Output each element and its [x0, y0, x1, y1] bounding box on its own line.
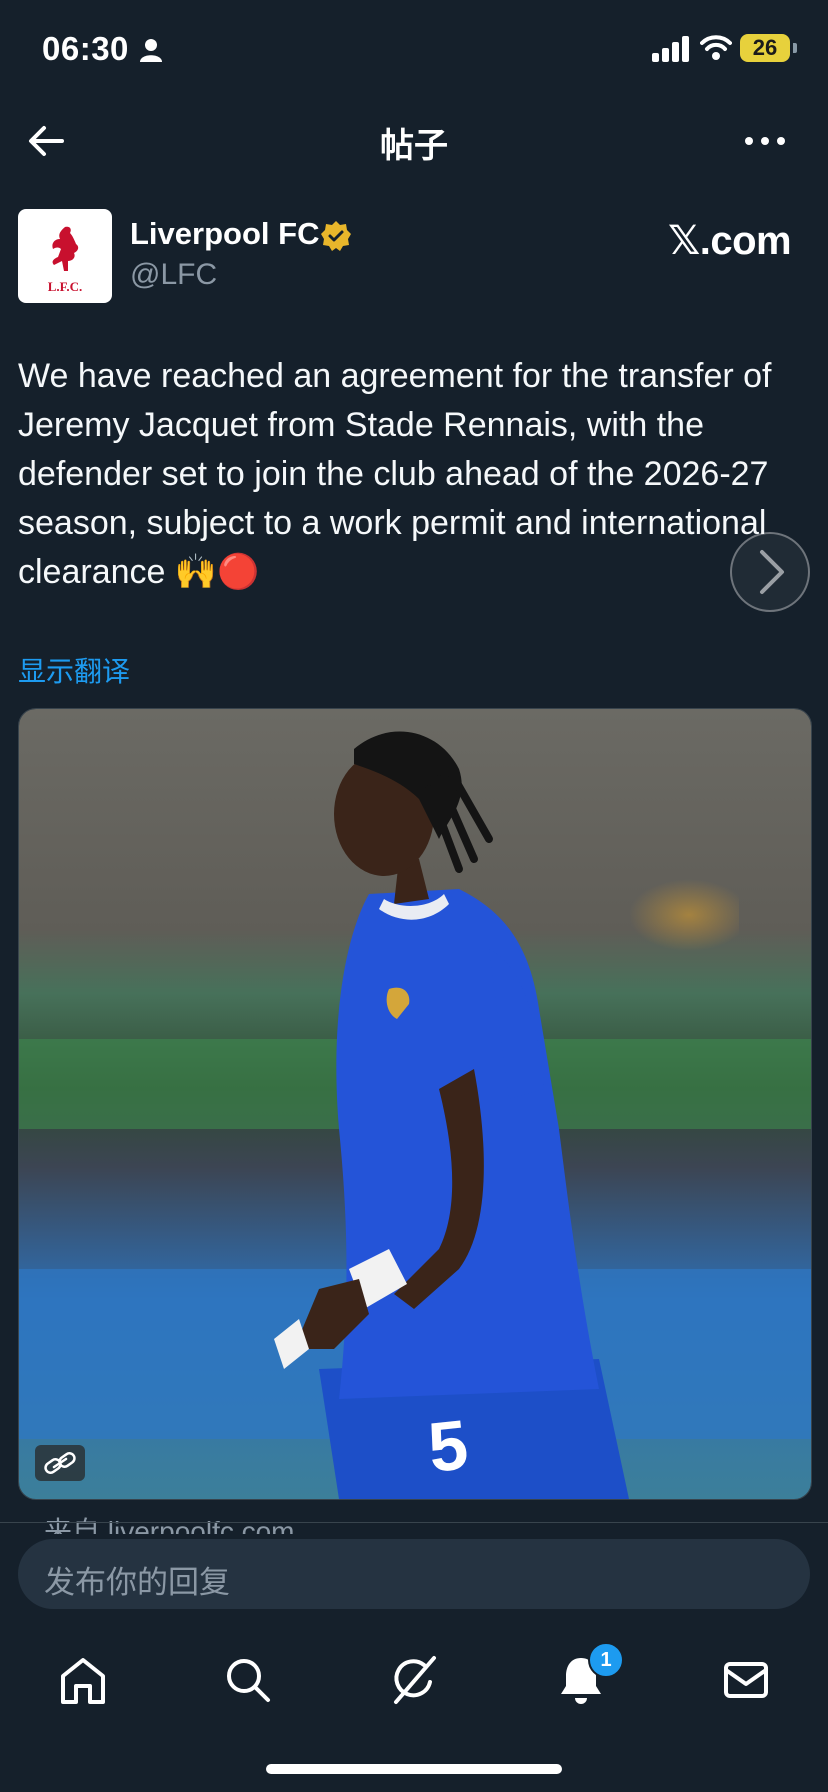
status-time: 06:30 [42, 30, 129, 67]
author-handle[interactable]: @LFC [130, 258, 217, 292]
avatar[interactable]: L.F.C. [18, 209, 112, 303]
wifi-icon [700, 35, 732, 60]
shorts-number: 5 [425, 1405, 472, 1487]
verified-badge-icon [321, 221, 351, 251]
player-photo: 5 [19, 709, 811, 1499]
reply-input[interactable]: 发布你的回复 [18, 1539, 810, 1609]
battery-nub [793, 43, 797, 53]
author-name[interactable]: Liverpool FC [130, 216, 319, 252]
link-icon[interactable] [35, 1445, 85, 1481]
battery-indicator: 26 [740, 34, 790, 62]
home-indicator [266, 1764, 562, 1774]
home-icon[interactable] [53, 1650, 113, 1710]
person-icon [140, 39, 162, 62]
post-text: We have reached an agreement for the tra… [18, 357, 772, 591]
top-header: 帖子 [0, 100, 828, 180]
more-options-icon[interactable] [740, 116, 790, 166]
reply-placeholder: 发布你的回复 [44, 1565, 230, 1600]
post-image[interactable]: 5 [18, 708, 812, 1500]
grok-icon[interactable] [384, 1650, 444, 1710]
show-translation-link[interactable]: 显示翻译 [18, 650, 130, 690]
page-title: 帖子 [380, 127, 448, 165]
messages-icon[interactable] [716, 1650, 776, 1710]
lfc-crest-icon: L.F.C. [48, 226, 83, 294]
reply-divider [0, 1522, 828, 1523]
search-icon[interactable] [218, 1650, 278, 1710]
chevron-right-icon[interactable] [730, 532, 810, 612]
bottom-tab-bar [0, 1630, 828, 1730]
notification-count-badge: 1 [588, 1642, 624, 1678]
x-com-logo: 𝕏.com [668, 219, 792, 263]
signal-icon [652, 36, 689, 62]
avatar-text: L.F.C. [48, 279, 83, 294]
status-bar: 06:30 26 [0, 0, 828, 100]
